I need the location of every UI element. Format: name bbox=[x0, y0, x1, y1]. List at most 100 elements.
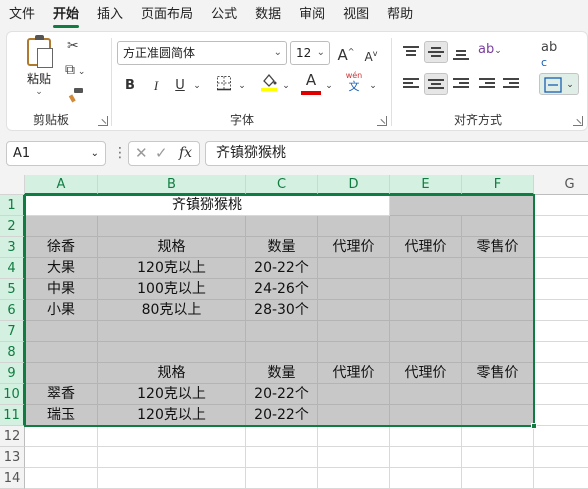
cell-a8[interactable] bbox=[25, 342, 98, 363]
cell-b7[interactable] bbox=[98, 321, 246, 342]
menu-formulas[interactable]: 公式 bbox=[202, 0, 246, 30]
cell-b8[interactable] bbox=[98, 342, 246, 363]
border-button[interactable] bbox=[213, 75, 235, 97]
cell-f7[interactable] bbox=[462, 321, 534, 342]
cell-d4[interactable] bbox=[318, 258, 390, 279]
menu-view[interactable]: 视图 bbox=[334, 0, 378, 30]
cell-e2[interactable] bbox=[390, 216, 462, 237]
cell-g13[interactable] bbox=[534, 447, 588, 468]
select-all-button[interactable] bbox=[0, 175, 25, 195]
cell-c8[interactable] bbox=[246, 342, 318, 363]
cell-c7[interactable] bbox=[246, 321, 318, 342]
chevron-down-icon[interactable]: ⌄ bbox=[21, 87, 57, 97]
font-launcher-icon[interactable] bbox=[377, 116, 387, 126]
column-header-f[interactable]: F bbox=[462, 175, 534, 195]
align-top-icon[interactable] bbox=[403, 46, 419, 58]
cell-d6[interactable] bbox=[318, 300, 390, 321]
cell-b5[interactable]: 100克以上 bbox=[98, 279, 246, 300]
menu-page-layout[interactable]: 页面布局 bbox=[132, 0, 202, 30]
row-header-10[interactable]: 10 bbox=[0, 384, 25, 405]
chevron-down-icon[interactable]: ⌄ bbox=[324, 75, 334, 97]
cell-g6[interactable] bbox=[534, 300, 588, 321]
cell-g11[interactable] bbox=[534, 405, 588, 426]
menu-review[interactable]: 审阅 bbox=[290, 0, 334, 30]
insert-function-icon[interactable]: fx bbox=[179, 142, 192, 165]
bold-button[interactable]: B bbox=[121, 75, 139, 97]
chevron-down-icon[interactable]: ⌄ bbox=[368, 75, 378, 97]
cell-g7[interactable] bbox=[534, 321, 588, 342]
cell-b6[interactable]: 80克以上 bbox=[98, 300, 246, 321]
cell-a12[interactable] bbox=[25, 426, 98, 447]
cell-a4[interactable]: 大果 bbox=[25, 258, 98, 279]
cell-d8[interactable] bbox=[318, 342, 390, 363]
column-header-g[interactable]: G bbox=[534, 175, 588, 195]
cell-a3[interactable]: 徐香 bbox=[25, 237, 98, 258]
cell-c14[interactable] bbox=[246, 468, 318, 489]
cell-g9[interactable] bbox=[534, 363, 588, 384]
cell-a11[interactable]: 瑞玉 bbox=[25, 405, 98, 426]
shrink-font-button[interactable]: Av bbox=[362, 43, 380, 65]
menu-home[interactable]: 开始 bbox=[44, 0, 88, 30]
cell-e7[interactable] bbox=[390, 321, 462, 342]
formula-input[interactable]: 齐镇猕猴桃 bbox=[205, 141, 588, 166]
cell-b4[interactable]: 120克以上 bbox=[98, 258, 246, 279]
cell-d2[interactable] bbox=[318, 216, 390, 237]
cell-d11[interactable] bbox=[318, 405, 390, 426]
cell-e8[interactable] bbox=[390, 342, 462, 363]
column-header-a[interactable]: A bbox=[25, 175, 98, 195]
cell-c11[interactable]: 20-22个 bbox=[246, 405, 318, 426]
name-box[interactable]: A1 ⌄ bbox=[6, 141, 106, 166]
cancel-icon[interactable]: ✕ bbox=[135, 142, 148, 165]
cell-c2[interactable] bbox=[246, 216, 318, 237]
cell-f5[interactable] bbox=[462, 279, 534, 300]
row-header-6[interactable]: 6 bbox=[0, 300, 25, 321]
cell-d5[interactable] bbox=[318, 279, 390, 300]
cell-f13[interactable] bbox=[462, 447, 534, 468]
chevron-down-icon[interactable]: ⌄ bbox=[192, 75, 202, 97]
row-header-4[interactable]: 4 bbox=[0, 258, 25, 279]
cell-title-a1[interactable]: 齐镇猕猴桃 bbox=[25, 195, 390, 216]
cell-c6[interactable]: 28-30个 bbox=[246, 300, 318, 321]
cell-b3[interactable]: 规格 bbox=[98, 237, 246, 258]
cell-b13[interactable] bbox=[98, 447, 246, 468]
copy-icon[interactable]: ⧉ ⌄ bbox=[65, 62, 85, 78]
row-header-3[interactable]: 3 bbox=[0, 237, 25, 258]
row-header-11[interactable]: 11 bbox=[0, 405, 25, 426]
cell-e6[interactable] bbox=[390, 300, 462, 321]
cell-b2[interactable] bbox=[98, 216, 246, 237]
cell-g10[interactable] bbox=[534, 384, 588, 405]
cell-d3[interactable]: 代理价 bbox=[318, 237, 390, 258]
phonetic-button[interactable]: wén 文 bbox=[342, 70, 366, 92]
cell-a2[interactable] bbox=[25, 216, 98, 237]
fill-handle[interactable] bbox=[531, 423, 537, 429]
cell-g14[interactable] bbox=[534, 468, 588, 489]
cell-e12[interactable] bbox=[390, 426, 462, 447]
cell-d13[interactable] bbox=[318, 447, 390, 468]
chevron-down-icon[interactable]: ⌄ bbox=[281, 75, 291, 97]
cell-b10[interactable]: 120克以上 bbox=[98, 384, 246, 405]
cell-d14[interactable] bbox=[318, 468, 390, 489]
font-name-select[interactable]: 方正准圆简体 ⌄ bbox=[117, 41, 287, 65]
cell-e5[interactable] bbox=[390, 279, 462, 300]
align-middle-button[interactable] bbox=[424, 41, 448, 63]
cell-d7[interactable] bbox=[318, 321, 390, 342]
menu-file[interactable]: 文件 bbox=[0, 0, 44, 30]
cell-c12[interactable] bbox=[246, 426, 318, 447]
cell-b12[interactable] bbox=[98, 426, 246, 447]
fill-color-button[interactable] bbox=[259, 72, 279, 94]
row-header-13[interactable]: 13 bbox=[0, 447, 25, 468]
row-header-2[interactable]: 2 bbox=[0, 216, 25, 237]
cell-f8[interactable] bbox=[462, 342, 534, 363]
align-right-icon[interactable] bbox=[453, 78, 469, 90]
cell-b14[interactable] bbox=[98, 468, 246, 489]
cell-b9[interactable]: 规格 bbox=[98, 363, 246, 384]
cell-f14[interactable] bbox=[462, 468, 534, 489]
paste-button[interactable]: 粘贴 ⌄ bbox=[21, 35, 57, 97]
enter-icon[interactable]: ✓ bbox=[155, 142, 168, 165]
align-left-icon[interactable] bbox=[403, 78, 419, 90]
cell-a13[interactable] bbox=[25, 447, 98, 468]
cell-g5[interactable] bbox=[534, 279, 588, 300]
cell-g4[interactable] bbox=[534, 258, 588, 279]
cell-e3[interactable]: 代理价 bbox=[390, 237, 462, 258]
cell-a14[interactable] bbox=[25, 468, 98, 489]
